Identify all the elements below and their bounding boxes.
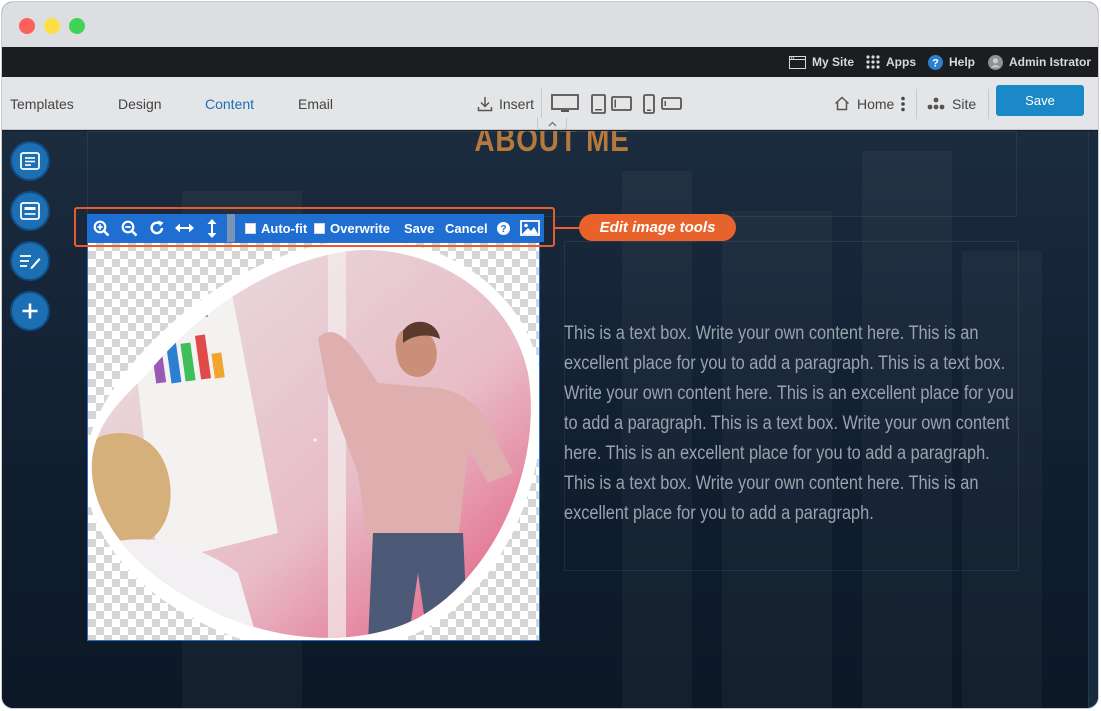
phone-view-button[interactable] [643, 77, 655, 130]
tab-templates-label: Templates [10, 95, 74, 112]
help-icon: ? [497, 221, 510, 235]
vertical-scrollbar[interactable] [1088, 131, 1098, 708]
insert-label: Insert [499, 95, 535, 112]
my-site-link[interactable]: My Site [789, 47, 854, 77]
apps-label: Apps [886, 55, 916, 69]
user-menu[interactable]: Admin Istrator [988, 47, 1091, 77]
close-window-button[interactable] [19, 18, 35, 34]
auto-fit-checkbox[interactable]: Auto-fit [245, 214, 307, 242]
add-icon [22, 303, 38, 319]
title-bar [2, 2, 1098, 47]
sitemap-icon [927, 97, 945, 110]
tab-templates[interactable]: Templates [10, 77, 74, 130]
help-icon: ? [928, 54, 943, 70]
add-element-button[interactable] [10, 291, 50, 331]
more-vertical-icon [901, 96, 905, 111]
tab-email[interactable]: Email [298, 77, 333, 130]
paragraph-text-box[interactable]: This is a text box. Write your own conte… [564, 319, 1024, 529]
tab-content[interactable]: Content [205, 77, 254, 130]
overwrite-label: Overwrite [330, 220, 390, 236]
image-edit-area[interactable] [87, 242, 540, 641]
phone-landscape-icon [661, 97, 682, 110]
tablet-view-button[interactable] [591, 77, 606, 130]
layout-icon [20, 152, 40, 170]
image-cancel-button[interactable]: Cancel [445, 214, 488, 242]
zoom-in-icon [93, 220, 110, 236]
tab-design[interactable]: Design [118, 77, 162, 130]
home-icon [834, 96, 850, 111]
overwrite-checkbox[interactable]: Overwrite [314, 214, 390, 242]
apps-grid-icon [866, 55, 880, 69]
chevron-up-icon [548, 121, 556, 126]
section-icon [20, 202, 40, 220]
zoom-out-icon [121, 220, 138, 236]
image-save-button[interactable]: Save [404, 214, 434, 242]
admin-bar: My Site Apps ? Help Admin Istrator [2, 47, 1098, 77]
image-save-label: Save [404, 220, 435, 236]
callout-connector [555, 227, 580, 229]
section-button[interactable] [10, 191, 50, 231]
edit-text-button[interactable] [10, 241, 50, 281]
auto-fit-check[interactable] [245, 222, 256, 234]
image-edit-toolbar: Auto-fit Overwrite Save Cancel ? [87, 214, 544, 242]
tab-content-label: Content [205, 95, 255, 112]
toolbar-divider [541, 89, 542, 119]
edit-text-icon [20, 255, 41, 269]
browser-window: My Site Apps ? Help Admin Istrator Templ… [1, 1, 1099, 709]
tablet-icon [591, 93, 606, 114]
toolbar-separator [227, 214, 235, 242]
help-link[interactable]: ? Help [928, 47, 975, 77]
stretch-vertical-icon [207, 218, 217, 238]
toolbar-divider [988, 89, 989, 119]
home-page-selector[interactable]: Home [834, 77, 894, 130]
tablet-landscape-icon [611, 96, 632, 111]
overwrite-check[interactable] [314, 222, 325, 234]
rotate-button[interactable] [149, 214, 165, 242]
insert-button[interactable]: Insert [477, 77, 534, 130]
svg-text:?: ? [500, 224, 506, 235]
apps-link[interactable]: Apps [866, 47, 916, 77]
image-help-button[interactable]: ? [497, 214, 510, 242]
tab-email-label: Email [298, 95, 334, 112]
edit-image-tools-callout: Edit image tools [579, 214, 736, 241]
avatar-icon [988, 54, 1003, 70]
layout-button[interactable] [10, 141, 50, 181]
rotate-icon [150, 220, 164, 235]
image-cancel-label: Cancel [445, 220, 488, 236]
collapse-toolbar-handle[interactable] [537, 118, 567, 130]
zoom-in-button[interactable] [93, 214, 110, 242]
toolbar-divider [916, 89, 917, 119]
save-button[interactable]: Save [996, 85, 1084, 116]
user-name: Admin Istrator [1009, 55, 1092, 69]
presentation-photo[interactable] [88, 243, 540, 641]
image-icon [520, 220, 540, 236]
stretch-horizontal-button[interactable] [175, 214, 194, 242]
site-menu[interactable]: Site [927, 77, 976, 130]
tab-design-label: Design [118, 95, 162, 112]
desktop-icon [551, 93, 579, 112]
image-tools-highlight: Auto-fit Overwrite Save Cancel ? [74, 207, 555, 247]
download-icon [477, 96, 493, 111]
help-label: Help [949, 55, 976, 69]
site-label: Site [952, 95, 977, 112]
page-heading[interactable]: ABOUT ME [454, 131, 651, 160]
page-options-button[interactable] [900, 77, 906, 130]
phone-icon [643, 93, 655, 114]
phone-landscape-view-button[interactable] [661, 77, 682, 130]
stretch-vertical-button[interactable] [206, 214, 218, 242]
home-label: Home [857, 95, 895, 112]
my-site-label: My Site [812, 55, 855, 69]
auto-fit-label: Auto-fit [261, 220, 308, 236]
browser-window-icon [789, 55, 806, 69]
replace-image-button[interactable] [520, 214, 540, 242]
svg-text:?: ? [932, 57, 939, 69]
tablet-landscape-view-button[interactable] [611, 77, 632, 130]
maximize-window-button[interactable] [69, 18, 85, 34]
zoom-out-button[interactable] [121, 214, 138, 242]
minimize-window-button[interactable] [44, 18, 60, 34]
stretch-horizontal-icon [175, 223, 194, 233]
